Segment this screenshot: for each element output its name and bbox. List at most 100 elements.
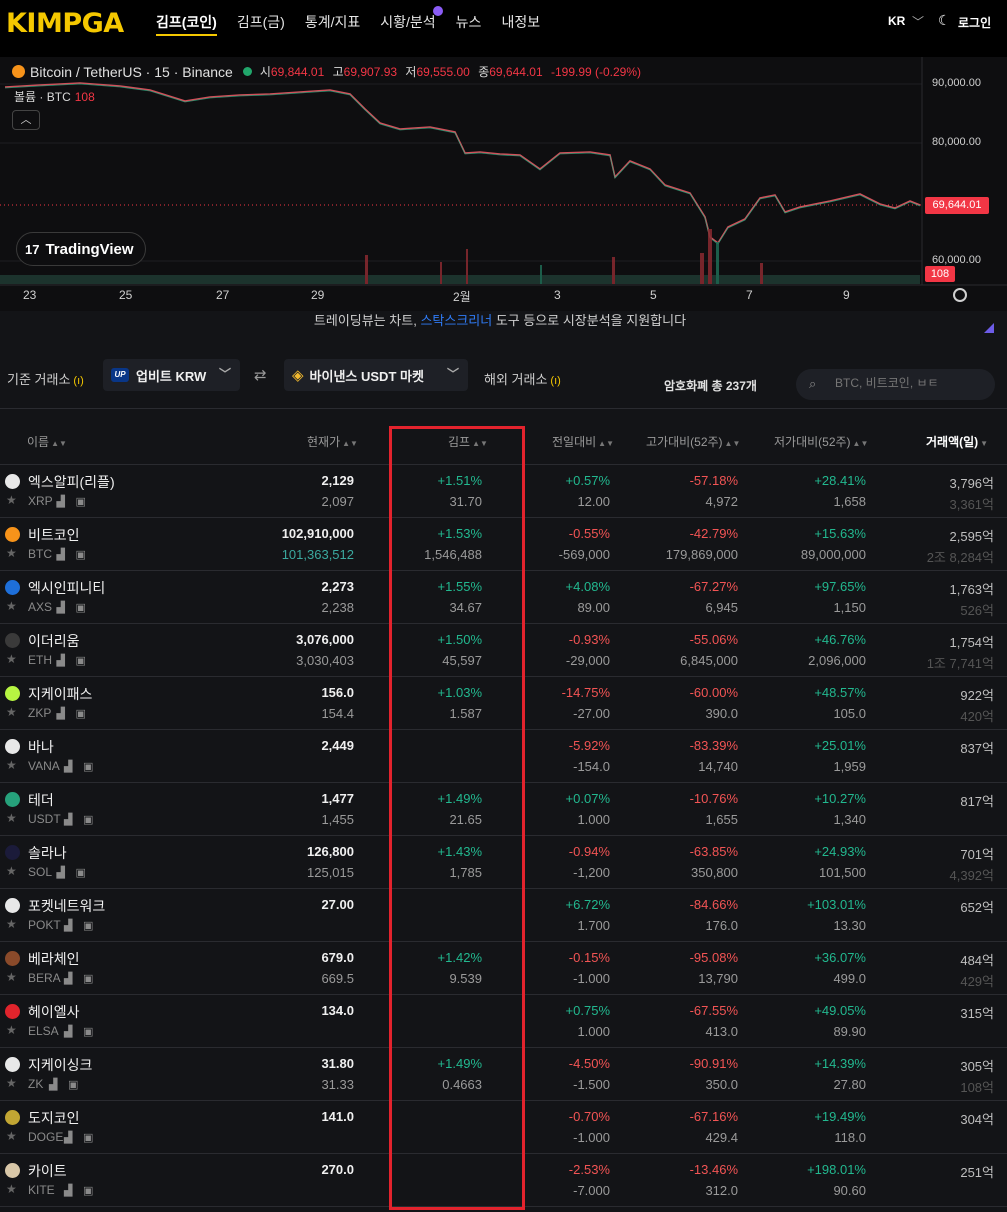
chart-mini-icon[interactable]: ▟ [64,919,72,932]
chart-mini-icon[interactable]: ▟ [64,1184,72,1197]
krw-price: 141.0 [321,1109,354,1124]
star-icon[interactable]: ★ [6,758,17,772]
chart-mini-icon[interactable]: ▟ [57,866,65,879]
header-low52[interactable]: 저가대비(52주) ▲▼ [774,433,868,450]
coin-name[interactable]: 카이트 [28,1161,67,1181]
chart-mini-icon[interactable]: ▟ [64,1131,72,1144]
login-button[interactable]: 로그인 [958,14,991,31]
nav-market-analysis[interactable]: 시황/분석 [380,0,443,57]
nav-market-analysis-label: 시황/분석 [380,14,436,30]
nav-my-info[interactable]: 내정보 [501,0,540,57]
coin-name[interactable]: 베라체인 [28,949,80,969]
nav-kimp-coin[interactable]: 김프(코인) [156,0,217,57]
star-icon[interactable]: ★ [6,599,17,613]
chart-settings-icon[interactable] [953,288,967,302]
wallet-icon[interactable]: ▣ [83,972,93,985]
day-change-amount: -7.000 [573,1183,610,1198]
wallet-icon[interactable]: ▣ [68,1078,78,1091]
header-low52-label: 저가대비(52주) [774,435,851,449]
header-volume[interactable]: 거래액(일) ▼ [926,433,988,450]
wallet-icon[interactable]: ▣ [76,866,86,879]
star-icon[interactable]: ★ [6,1129,17,1143]
nav-stats[interactable]: 통계/지표 [305,0,360,57]
coin-name[interactable]: 도지코인 [28,1108,80,1128]
chart-mini-icon[interactable]: ▟ [57,495,65,508]
tradingview-logo[interactable]: 17 TradingView [16,232,146,266]
wallet-icon[interactable]: ▣ [76,495,86,508]
resize-handle-icon[interactable] [983,322,995,334]
sort-icon: ▲▼ [598,439,615,448]
coin-name[interactable]: 포켓네트워크 [28,896,105,916]
coin-name[interactable]: 지케이패스 [28,684,92,704]
wallet-icon[interactable]: ▣ [83,919,93,932]
coin-name[interactable]: 비트코인 [28,525,80,545]
wallet-icon[interactable]: ▣ [83,1131,93,1144]
star-icon[interactable]: ★ [6,970,17,984]
star-icon[interactable]: ★ [6,1023,17,1037]
wallet-icon[interactable]: ▣ [83,813,93,826]
chevron-down-icon[interactable]: ﹀ [912,13,924,30]
collapse-legend-button[interactable]: ︿ [12,110,40,130]
chart-mini-icon[interactable]: ▟ [57,601,65,614]
header-name[interactable]: 이름 ▲▼ [27,433,67,450]
language-selector[interactable]: KR [888,14,905,28]
wallet-icon[interactable]: ▣ [83,1184,93,1197]
star-icon[interactable]: ★ [6,652,17,666]
high-value: 69,907.93 [343,65,398,79]
stock-screener-link[interactable]: 스탁스크리너 [420,313,492,328]
star-icon[interactable]: ★ [6,1182,17,1196]
star-icon[interactable]: ★ [6,864,17,878]
wallet-icon[interactable]: ▣ [76,654,86,667]
swap-exchange-icon[interactable]: ⇄ [254,366,267,384]
moon-icon[interactable]: ☾ [938,12,951,29]
chart-mini-icon[interactable]: ▟ [49,1078,57,1091]
foreign-exchange-select[interactable]: ◈ 바이낸스 USDT 마켓 ﹀ [284,359,468,391]
coin-name[interactable]: 엑스알피(리플) [28,472,115,492]
coin-name[interactable]: 엑시인피니티 [28,578,105,598]
nav-news[interactable]: 뉴스 [456,0,482,57]
price-chart-canvas[interactable] [0,57,1007,311]
wallet-icon[interactable]: ▣ [76,548,86,561]
search-box[interactable]: ⌕ [796,369,995,400]
low52-percent: +28.41% [814,473,866,488]
krw-volume: 837억 [960,741,994,756]
star-icon[interactable]: ★ [6,546,17,560]
header-day-change[interactable]: 전일대비 ▲▼ [552,433,614,450]
coin-name[interactable]: 지케이싱크 [28,1055,92,1075]
search-icon: ⌕ [809,376,817,391]
star-icon[interactable]: ★ [6,917,17,931]
chart-mini-icon[interactable]: ▟ [64,760,72,773]
wallet-icon[interactable]: ▣ [76,707,86,720]
coin-name[interactable]: 이더리움 [28,631,80,651]
chart-mini-icon[interactable]: ▟ [64,1025,72,1038]
star-icon[interactable]: ★ [6,493,17,507]
star-icon[interactable]: ★ [6,811,17,825]
chart-mini-icon[interactable]: ▟ [57,654,65,667]
nav-kimp-gold[interactable]: 김프(금) [237,0,285,57]
header-price[interactable]: 현재가 ▲▼ [307,433,358,450]
base-exchange-label-text: 기준 거래소 [7,372,71,387]
tradingview-chart[interactable]: Bitcoin / TetherUS · 15 · Binance 시69,84… [0,57,1007,311]
kimpga-logo[interactable]: KIMPGA [6,8,124,39]
coin-name[interactable]: 솔라나 [28,843,67,863]
header-high52[interactable]: 고가대비(52주) ▲▼ [646,433,740,450]
high52-percent: -67.27% [689,579,738,594]
coin-name[interactable]: 테더 [28,790,54,810]
wallet-icon[interactable]: ▣ [76,601,86,614]
symbol-title[interactable]: Bitcoin / TetherUS · 15 · Binance [30,64,233,80]
search-input[interactable] [835,376,985,390]
tradingview-mark-icon: 17 [25,241,40,257]
chart-mini-icon[interactable]: ▟ [64,972,72,985]
wallet-icon[interactable]: ▣ [83,1025,93,1038]
coin-name[interactable]: 헤이엘사 [28,1002,80,1022]
chart-mini-icon[interactable]: ▟ [57,707,65,720]
star-icon[interactable]: ★ [6,705,17,719]
chart-mini-icon[interactable]: ▟ [57,548,65,561]
coin-name[interactable]: 바나 [28,737,54,757]
krw-volume: 1,763억 [949,582,995,597]
coin-symbol: DOGE [28,1130,64,1144]
chart-mini-icon[interactable]: ▟ [64,813,72,826]
wallet-icon[interactable]: ▣ [83,760,93,773]
base-exchange-select[interactable]: UP 업비트 KRW ﹀ [103,359,240,391]
star-icon[interactable]: ★ [6,1076,17,1090]
